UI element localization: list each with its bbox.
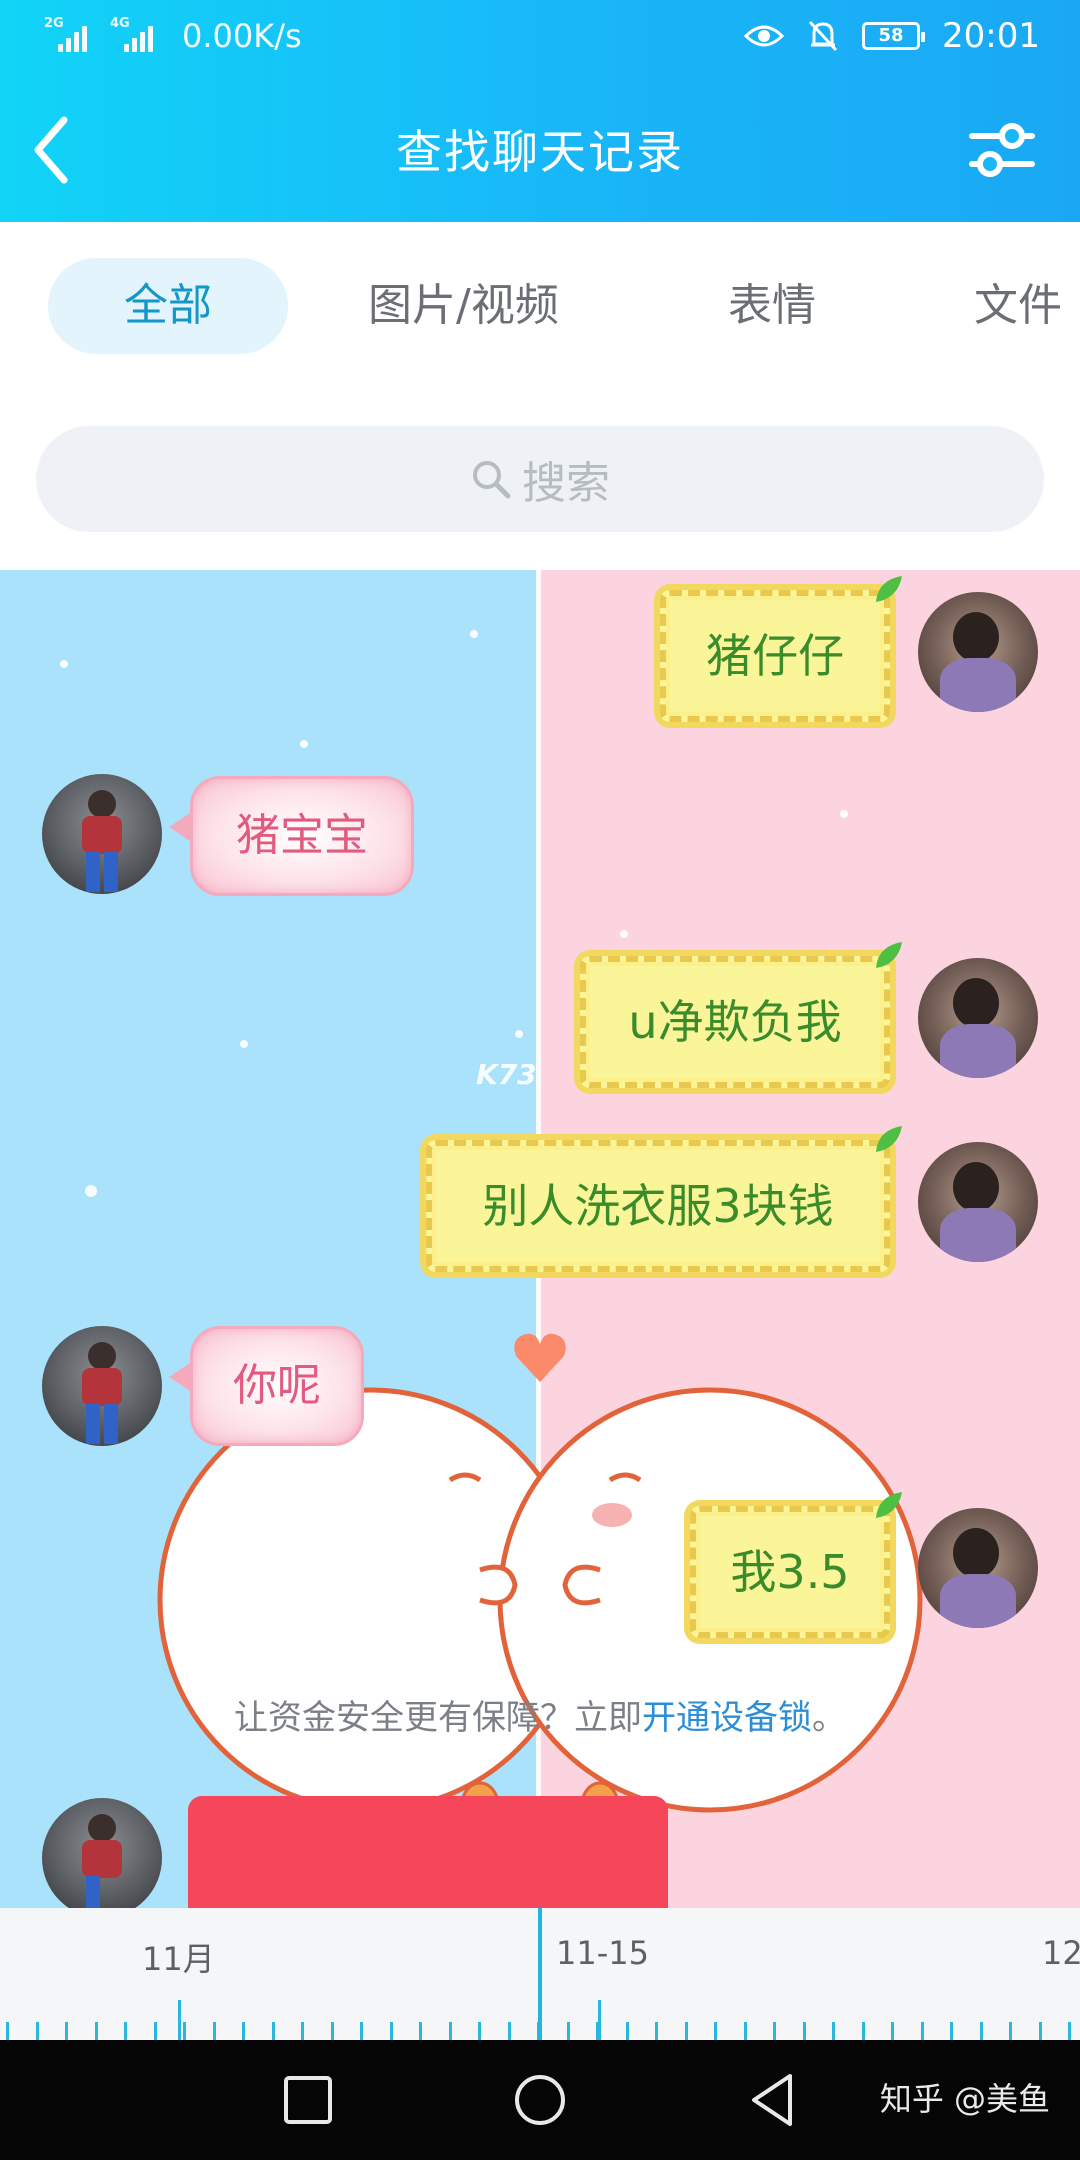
status-left: 2G 4G 0.00K/s	[44, 14, 302, 58]
date-timeline[interactable]: 11月 11-15 12	[0, 1908, 1080, 2040]
timeline-tick	[655, 2022, 658, 2040]
timeline-tick	[6, 2022, 9, 2040]
network-speed: 0.00K/s	[182, 17, 302, 55]
timeline-tick	[154, 2022, 157, 2040]
timeline-tick	[832, 2022, 835, 2040]
timeline-tick	[1039, 2022, 1042, 2040]
header: 2G 4G 0.00K/s 58 20:01 查找聊天记录	[0, 0, 1080, 222]
timeline-label: 11月	[142, 1940, 215, 1978]
leaf-icon	[876, 942, 902, 968]
search-input[interactable]: 搜索	[36, 426, 1044, 532]
signal-icon-2: 4G	[110, 16, 166, 56]
search-icon	[473, 461, 511, 499]
leaf-icon	[876, 1492, 902, 1518]
eye-icon	[744, 25, 785, 47]
tab-stickers[interactable]: 表情	[728, 258, 816, 354]
system-navigation-bar: 知乎 @美鱼	[0, 2040, 1080, 2160]
watermark-k73: K73	[476, 1058, 537, 1091]
timeline-tick	[508, 2022, 511, 2040]
enable-device-lock-link[interactable]: 开通设备锁	[642, 1698, 812, 1738]
message-bubble[interactable]: 我3.5	[690, 1506, 890, 1638]
security-notice: 让资金安全更有保障？立即开通设备锁。	[0, 1690, 1080, 1739]
avatar[interactable]	[918, 592, 1038, 712]
leaf-icon	[876, 576, 902, 602]
message-bubble[interactable]: 你呢	[169, 1326, 364, 1446]
avatar[interactable]	[918, 1142, 1038, 1262]
timeline-tick	[1068, 2022, 1071, 2040]
bell-off-icon	[808, 20, 838, 52]
timeline-tick	[36, 2022, 39, 2040]
avatar[interactable]	[918, 1508, 1038, 1628]
timeline-tick	[714, 2022, 717, 2040]
timeline-tick	[272, 2022, 275, 2040]
status-right: 58 20:01	[744, 14, 1040, 58]
timeline-tick	[449, 2022, 452, 2040]
timeline-tick	[921, 2022, 924, 2040]
clock: 20:01	[942, 16, 1040, 56]
timeline-tick	[213, 2022, 216, 2040]
timeline-tick	[331, 2022, 334, 2040]
timeline-tick	[803, 2022, 806, 2040]
chat-history[interactable]: 猪仔仔 猪宝宝 u净欺负我 K73 别人洗衣服3块钱 你呢 我3.5 让资金安全…	[0, 570, 1080, 1908]
avatar[interactable]	[42, 1798, 162, 1908]
navbar: 查找聊天记录	[0, 78, 1080, 222]
zhihu-watermark: 知乎 @美鱼	[879, 2080, 1050, 2118]
timeline-tick	[744, 2022, 747, 2040]
timeline-tick	[862, 2022, 865, 2040]
notice-suffix: 。	[812, 1698, 846, 1738]
tab-files[interactable]: 文件	[974, 258, 1062, 354]
timeline-tick	[1009, 2022, 1012, 2040]
recent-apps-icon[interactable]	[276, 2068, 340, 2132]
timeline-tick	[891, 2022, 894, 2040]
avatar[interactable]	[42, 774, 162, 894]
timeline-tick	[124, 2022, 127, 2040]
tab-all[interactable]: 全部	[48, 258, 288, 354]
timeline-tick	[685, 2022, 688, 2040]
leaf-icon	[876, 1126, 902, 1152]
status-bar: 2G 4G 0.00K/s 58 20:01	[0, 0, 1080, 72]
message-bubble[interactable]: u净欺负我	[580, 956, 890, 1088]
timeline-tick	[478, 2022, 481, 2040]
timeline-tick	[390, 2022, 393, 2040]
timeline-tick-major	[598, 2000, 601, 2040]
timeline-tick-major	[178, 2000, 181, 2040]
timeline-tick	[950, 2022, 953, 2040]
signal-icon: 2G	[44, 16, 100, 56]
timeline-tick	[242, 2022, 245, 2040]
timeline-tick	[183, 2022, 186, 2040]
battery-icon: 58	[862, 22, 926, 50]
back-icon[interactable]	[740, 2068, 804, 2132]
avatar[interactable]	[42, 1326, 162, 1446]
timeline-tick	[360, 2022, 363, 2040]
heart-icon	[514, 1333, 566, 1382]
avatar[interactable]	[918, 958, 1038, 1078]
tab-bar: 全部 图片/视频 表情 文件	[0, 222, 1080, 392]
timeline-tick	[65, 2022, 68, 2040]
timeline-tick	[567, 2022, 570, 2040]
timeline-cursor[interactable]	[538, 1908, 542, 2040]
timeline-tick	[626, 2022, 629, 2040]
search-placeholder: 搜索	[522, 458, 610, 509]
timeline-tick	[773, 2022, 776, 2040]
timeline-tick	[301, 2022, 304, 2040]
timeline-label: 12	[1042, 1934, 1080, 1972]
timeline-label: 11-15	[556, 1934, 649, 1972]
message-bubble[interactable]: 猪宝宝	[169, 776, 414, 896]
timeline-tick	[419, 2022, 422, 2040]
timeline-tick	[95, 2022, 98, 2040]
tab-images-videos[interactable]: 图片/视频	[368, 258, 559, 354]
sliders-icon[interactable]	[966, 114, 1038, 186]
red-packet-message[interactable]	[188, 1796, 668, 1908]
message-bubble[interactable]: 别人洗衣服3块钱	[426, 1140, 890, 1272]
timeline-tick	[980, 2022, 983, 2040]
message-bubble[interactable]: 猪仔仔	[660, 590, 890, 722]
page-title: 查找聊天记录	[396, 125, 684, 179]
home-icon[interactable]	[508, 2068, 572, 2132]
notice-text: 让资金安全更有保障？立即	[234, 1698, 642, 1738]
